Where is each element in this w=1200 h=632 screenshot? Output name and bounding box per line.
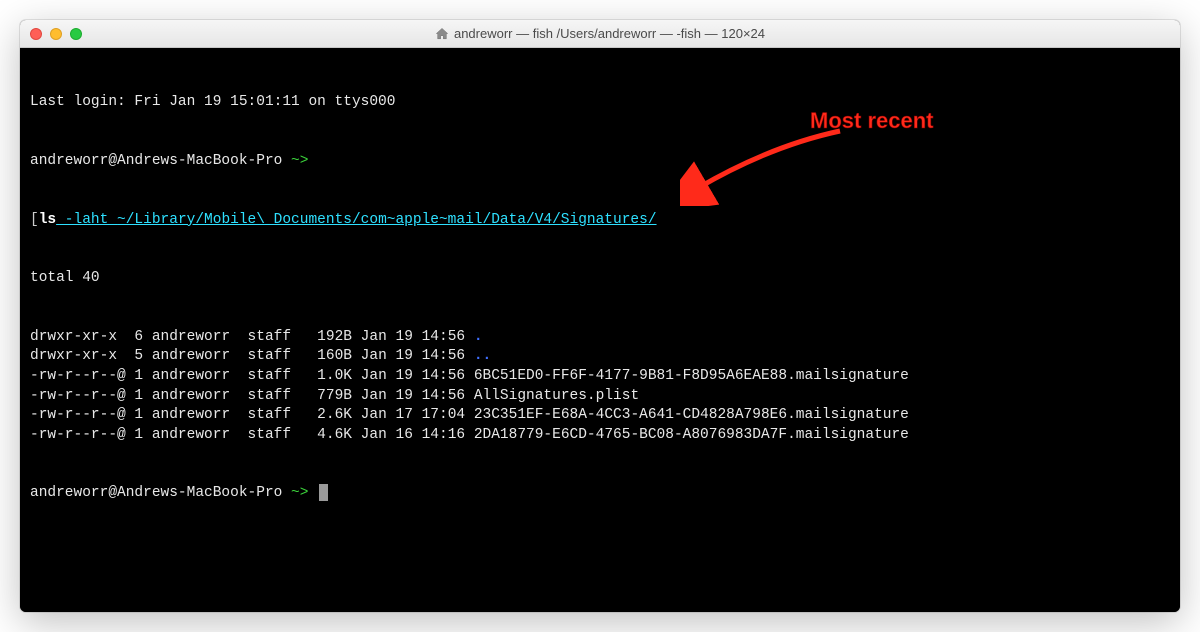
- ls-row: -rw-r--r--@ 1 andreworr staff 1.0K Jan 1…: [30, 367, 1170, 387]
- ls-output: drwxr-xr-x 6 andreworr staff 192B Jan 19…: [30, 328, 1170, 445]
- last-login-line: Last login: Fri Jan 19 15:01:11 on ttys0…: [30, 93, 1170, 113]
- filename: AllSignatures.plist: [474, 388, 639, 404]
- ls-row: drwxr-xr-x 5 andreworr staff 160B Jan 19…: [30, 347, 1170, 367]
- group: staff: [230, 388, 291, 404]
- command-line: [ls -laht ~/Library/Mobile\ Documents/co…: [30, 211, 1170, 231]
- traffic-lights: [30, 28, 82, 40]
- perm: drwxr-xr-x: [30, 348, 126, 364]
- window-title: andreworr — fish /Users/andreworr — -fis…: [20, 26, 1180, 41]
- total-line: total 40: [30, 269, 1170, 289]
- maximize-button[interactable]: [70, 28, 82, 40]
- ls-row: -rw-r--r--@ 1 andreworr staff 2.6K Jan 1…: [30, 406, 1170, 426]
- size: 192B: [291, 329, 352, 345]
- group: staff: [230, 427, 291, 443]
- size: 4.6K: [291, 427, 352, 443]
- window-title-text: andreworr — fish /Users/andreworr — -fis…: [454, 26, 765, 41]
- links: 6: [126, 329, 143, 345]
- terminal-body[interactable]: Last login: Fri Jan 19 15:01:11 on ttys0…: [20, 48, 1180, 612]
- prompt-user-host: andreworr@Andrews-MacBook-Pro: [30, 153, 282, 169]
- owner: andreworr: [143, 388, 230, 404]
- prompt-line-1: andreworr@Andrews-MacBook-Pro ~>: [30, 152, 1170, 172]
- owner: andreworr: [143, 407, 230, 423]
- filename: 6BC51ED0-FF6F-4177-9B81-F8D95A6EAE88.mai…: [474, 368, 909, 384]
- group: staff: [230, 368, 291, 384]
- prompt-path: ~: [291, 153, 300, 169]
- owner: andreworr: [143, 427, 230, 443]
- group: staff: [230, 329, 291, 345]
- ls-row: drwxr-xr-x 6 andreworr staff 192B Jan 19…: [30, 328, 1170, 348]
- prompt-arrow-2: >: [300, 485, 309, 501]
- date: Jan 19 14:56: [352, 329, 474, 345]
- perm: -rw-r--r--@: [30, 427, 126, 443]
- filename: ..: [474, 348, 491, 364]
- ls-row: -rw-r--r--@ 1 andreworr staff 779B Jan 1…: [30, 387, 1170, 407]
- date: Jan 19 14:56: [352, 348, 474, 364]
- perm: -rw-r--r--@: [30, 368, 126, 384]
- bracket-open: [: [30, 212, 39, 228]
- filename: 23C351EF-E68A-4CC3-A641-CD4828A798E6.mai…: [474, 407, 909, 423]
- minimize-button[interactable]: [50, 28, 62, 40]
- terminal-window: andreworr — fish /Users/andreworr — -fis…: [20, 20, 1180, 612]
- prompt-path-2: ~: [291, 485, 300, 501]
- cursor: [319, 484, 328, 501]
- date: Jan 19 14:56: [352, 368, 474, 384]
- links: 1: [126, 388, 143, 404]
- size: 2.6K: [291, 407, 352, 423]
- perm: -rw-r--r--@: [30, 388, 126, 404]
- home-icon: [435, 27, 449, 41]
- prompt-line-2[interactable]: andreworr@Andrews-MacBook-Pro ~>: [30, 484, 1170, 504]
- group: staff: [230, 348, 291, 364]
- date: Jan 19 14:56: [352, 388, 474, 404]
- owner: andreworr: [143, 348, 230, 364]
- perm: drwxr-xr-x: [30, 329, 126, 345]
- group: staff: [230, 407, 291, 423]
- owner: andreworr: [143, 368, 230, 384]
- close-button[interactable]: [30, 28, 42, 40]
- links: 1: [126, 427, 143, 443]
- cmd-ls: ls: [39, 212, 56, 228]
- cmd-path: ~/Library/Mobile\ Documents/com~apple~ma…: [117, 212, 657, 228]
- date: Jan 17 17:04: [352, 407, 474, 423]
- size: 160B: [291, 348, 352, 364]
- filename: 2DA18779-E6CD-4765-BC08-A8076983DA7F.mai…: [474, 427, 909, 443]
- perm: -rw-r--r--@: [30, 407, 126, 423]
- cmd-flags: -laht: [56, 212, 117, 228]
- size: 1.0K: [291, 368, 352, 384]
- prompt-user-host-2: andreworr@Andrews-MacBook-Pro: [30, 485, 282, 501]
- prompt-arrow: >: [300, 153, 309, 169]
- size: 779B: [291, 388, 352, 404]
- date: Jan 16 14:16: [352, 427, 474, 443]
- links: 1: [126, 407, 143, 423]
- links: 5: [126, 348, 143, 364]
- ls-row: -rw-r--r--@ 1 andreworr staff 4.6K Jan 1…: [30, 426, 1170, 446]
- owner: andreworr: [143, 329, 230, 345]
- titlebar[interactable]: andreworr — fish /Users/andreworr — -fis…: [20, 20, 1180, 48]
- filename: .: [474, 329, 483, 345]
- links: 1: [126, 368, 143, 384]
